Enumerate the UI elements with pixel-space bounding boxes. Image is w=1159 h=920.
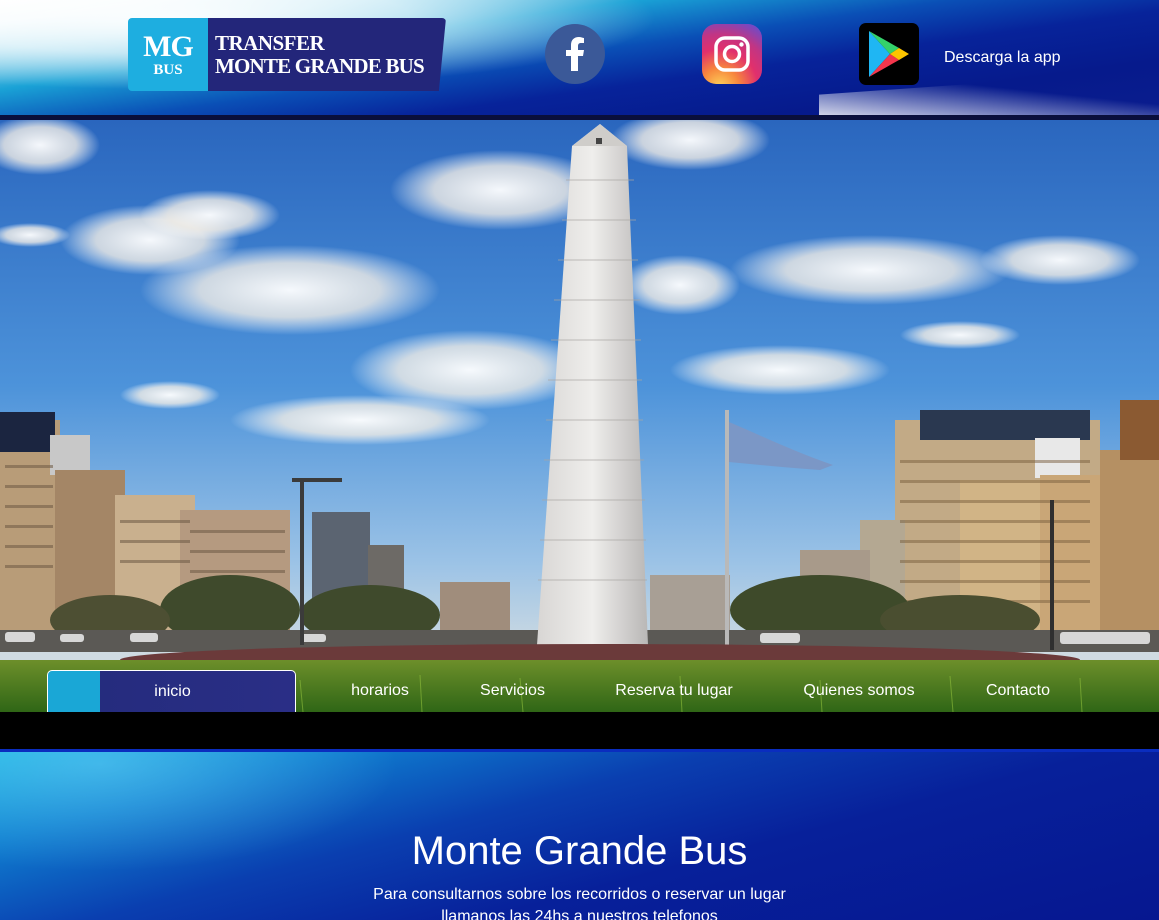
facebook-link[interactable] xyxy=(545,24,605,84)
nav-item-label: horarios xyxy=(351,682,409,699)
brand-logo[interactable]: MG BUS TRANSFER MONTE GRANDE BUS xyxy=(128,18,446,91)
nav-item-label: inicio xyxy=(154,682,191,700)
instagram-link[interactable] xyxy=(702,24,762,84)
nav-underbar xyxy=(0,712,1159,750)
intro-title: Monte Grande Bus xyxy=(411,829,748,873)
nav-item-servicios[interactable]: Servicios xyxy=(470,670,555,712)
nav-item-inicio[interactable]: inicio xyxy=(47,670,296,712)
intro-section: Monte Grande Bus Para consultarnos sobre… xyxy=(0,752,1159,920)
main-navigation: inicio horarios Servicios Reserva tu lug… xyxy=(0,670,1159,712)
google-play-link[interactable] xyxy=(859,23,919,85)
nav-item-label: Contacto xyxy=(985,682,1051,699)
logo-badge: MG BUS xyxy=(128,18,208,91)
google-play-icon xyxy=(869,31,909,77)
download-app-label[interactable]: Descarga la app xyxy=(944,49,1061,67)
logo-badge-sub: BUS xyxy=(153,61,183,78)
hero-image xyxy=(0,120,1159,712)
logo-wordmark: TRANSFER MONTE GRANDE BUS xyxy=(208,18,446,91)
intro-text-line-2: llamanos las 24hs a nuestros telefonos xyxy=(441,908,718,920)
instagram-icon xyxy=(714,36,750,72)
nav-item-quienes-somos[interactable]: Quienes somos xyxy=(795,670,923,712)
logo-line-2: MONTE GRANDE BUS xyxy=(215,53,425,78)
nav-item-label: Servicios xyxy=(480,682,545,699)
nav-item-horarios[interactable]: horarios xyxy=(340,670,420,712)
logo-line-1: TRANSFER xyxy=(215,31,325,56)
facebook-icon xyxy=(566,37,584,71)
logo-initials: MG xyxy=(143,29,194,63)
site-header: MG BUS TRANSFER MONTE GRANDE BUS Descarg… xyxy=(0,0,1159,117)
hero-cityscape-illustration xyxy=(0,120,1159,712)
nav-item-contacto[interactable]: Contacto xyxy=(975,670,1061,712)
nav-item-reserva[interactable]: Reserva tu lugar xyxy=(604,670,744,712)
nav-item-label: Reserva tu lugar xyxy=(615,682,733,699)
nav-item-label: Quienes somos xyxy=(803,682,915,699)
intro-text-line-1: Para consultarnos sobre los recorridos o… xyxy=(373,886,786,903)
